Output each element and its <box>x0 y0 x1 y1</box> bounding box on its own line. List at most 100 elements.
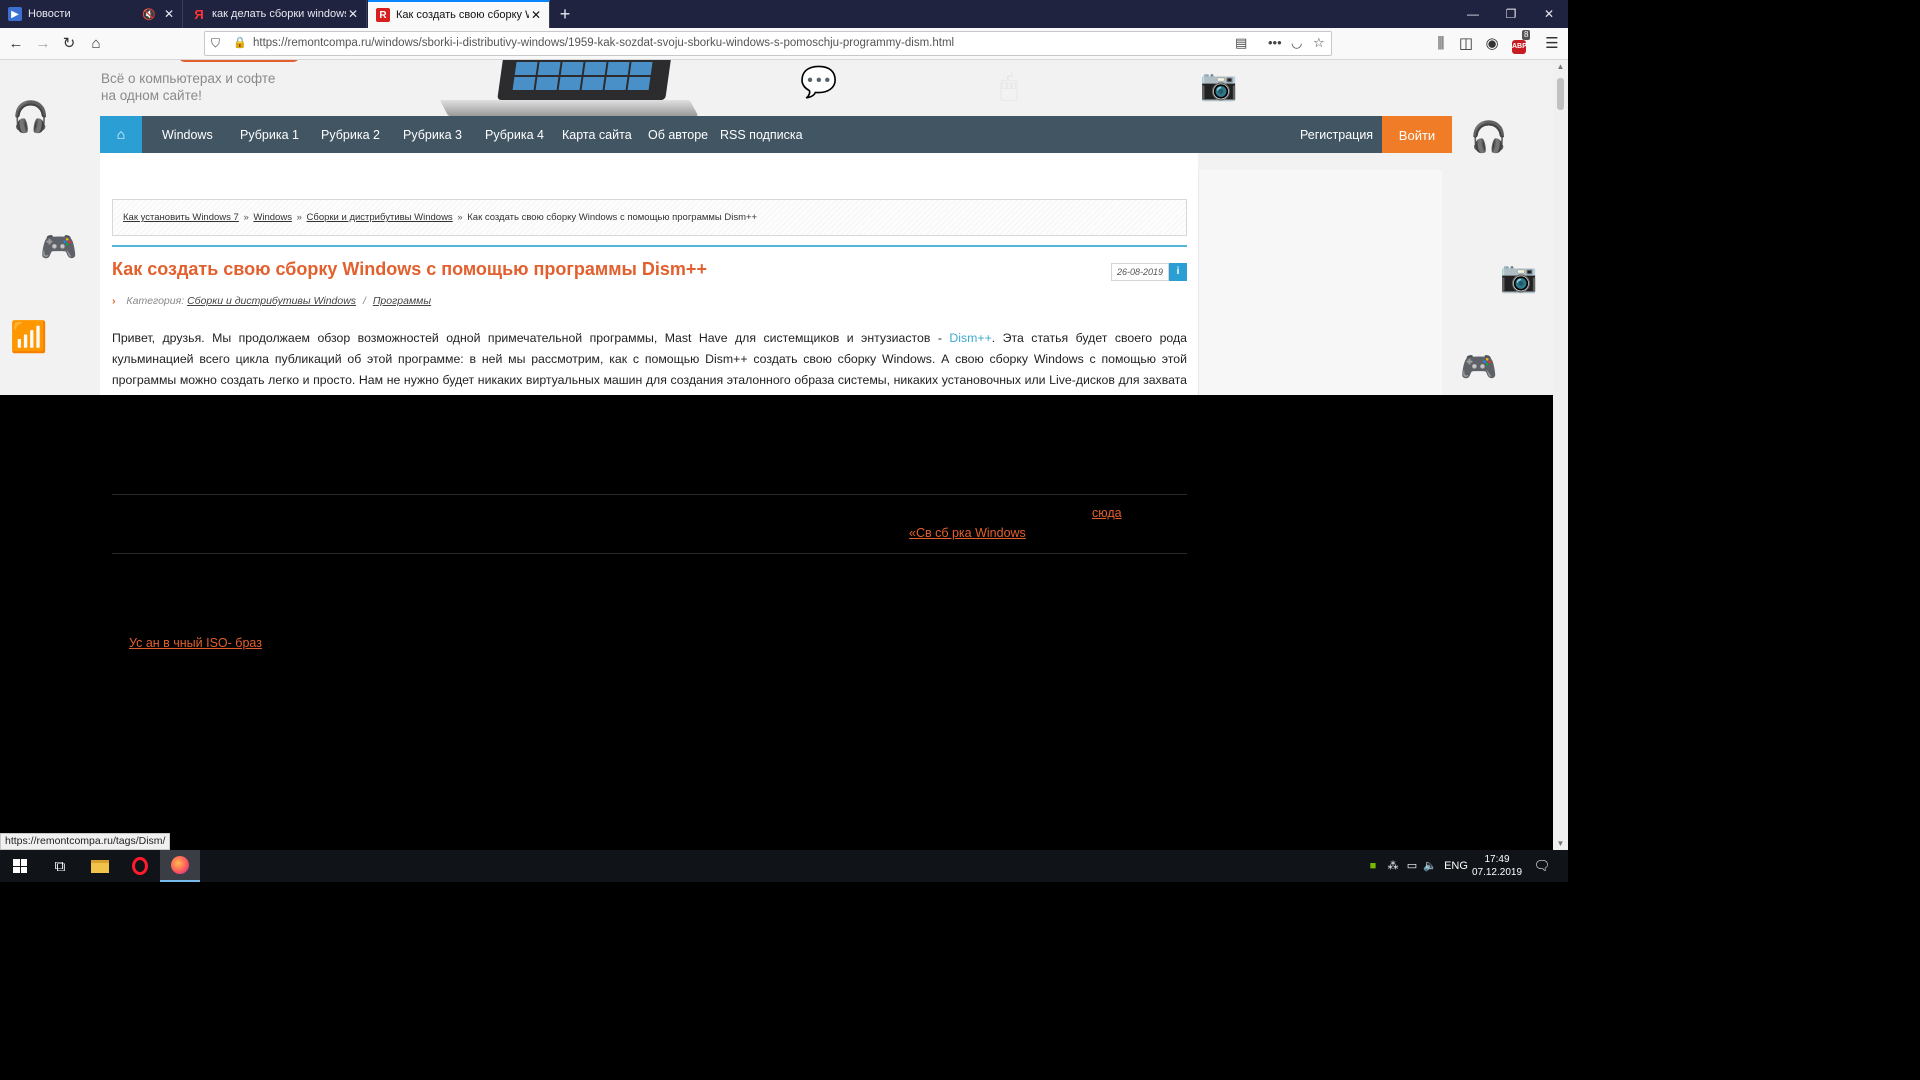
pocket-icon[interactable]: ◡ <box>1291 35 1302 51</box>
notification-center-icon[interactable]: 🗨 <box>1532 850 1552 882</box>
category-separator: / <box>362 295 366 307</box>
tab-strip: ▶ Новости 🔇 ✕ Я как делать сборки window… <box>0 0 1568 28</box>
nvidia-tray-icon[interactable]: ■ <box>1364 850 1382 882</box>
pattern-camera-icon: 📷 <box>1500 261 1538 294</box>
adblock-icon[interactable]: ABP 8 <box>1508 30 1531 55</box>
clock-time: 17:49 <box>1484 854 1510 865</box>
windows-logo-icon <box>13 859 27 873</box>
close-tab-icon[interactable]: ✕ <box>346 7 360 21</box>
reader-view-icon[interactable]: ▤ <box>1235 35 1247 51</box>
scrollbar-thumb[interactable] <box>1557 78 1564 110</box>
lock-icon[interactable]: 🔒 <box>233 36 247 49</box>
firefox-icon[interactable] <box>160 850 200 882</box>
file-explorer-icon[interactable] <box>80 850 120 882</box>
breadcrumb-link[interactable]: Windows <box>253 212 292 223</box>
nav-item-rubric-2[interactable]: Рубрика 2 <box>321 116 380 153</box>
breadcrumb-link[interactable]: Сборки и дистрибутивы Windows <box>307 212 453 223</box>
tagline-line: Всё о компьютерах и софте <box>101 71 276 86</box>
header-laptop-base <box>439 100 699 116</box>
breadcrumb-link[interactable]: Как установить Windows 7 <box>123 212 239 223</box>
nav-item-rubric-1[interactable]: Рубрика 1 <box>240 116 299 153</box>
back-icon[interactable]: ← <box>5 33 27 55</box>
tab-title: как делать сборки windows 10 <box>212 8 346 20</box>
site-logo-fragment[interactable] <box>178 60 300 62</box>
account-icon[interactable]: ◉ <box>1481 33 1503 55</box>
page-viewport: 🎧 🎮 📶 🎧 📷 🎮 💬 🖱 📷 Всё о компьютерах и со… <box>0 60 1553 850</box>
video-favicon-icon: ▶ <box>8 7 22 21</box>
article-content: Как установить Windows 7 » Windows » Сбо… <box>100 153 1198 395</box>
breadcrumb: Как установить Windows 7 » Windows » Сбо… <box>112 199 1187 236</box>
pattern-mouse-icon: 🖱 <box>1000 70 1018 103</box>
opera-icon[interactable] <box>120 850 160 882</box>
nav-item-windows[interactable]: Windows <box>162 116 213 153</box>
category-link[interactable]: Программы <box>373 295 431 307</box>
nav-item-about[interactable]: Об авторе <box>648 116 708 153</box>
firefox-logo <box>171 856 189 874</box>
menu-icon[interactable]: ☰ <box>1541 33 1563 55</box>
tab-yandex[interactable]: Я как делать сборки windows 10 ✕ <box>184 0 367 28</box>
taskbar-clock[interactable]: 17:49 07.12.2019 <box>1468 853 1526 879</box>
forward-icon[interactable]: → <box>32 33 54 55</box>
remontcompa-favicon-icon: R <box>376 8 390 22</box>
nav-item-rubric-3[interactable]: Рубрика 3 <box>403 116 462 153</box>
task-view-icon[interactable]: ⧉ <box>40 850 80 882</box>
tagline-line: на одном сайте! <box>101 88 202 103</box>
windows-build-link[interactable]: «Св сб рка Windows <box>909 526 1026 540</box>
info-icon[interactable]: i <box>1169 263 1187 281</box>
url-bar[interactable]: ⛉ 🔒 https://remontcompa.ru/windows/sbork… <box>204 31 1332 56</box>
register-link[interactable]: Регистрация <box>1300 116 1373 153</box>
iso-image-link[interactable]: Ус ан в чный ISO- браз <box>129 636 262 650</box>
page-actions-icon[interactable]: ••• <box>1268 35 1282 50</box>
nav-home-icon[interactable]: ⌂ <box>100 116 142 153</box>
opera-logo <box>132 857 148 875</box>
page-scrollbar[interactable]: ▲ ▼ <box>1553 60 1568 850</box>
language-indicator[interactable]: ENG <box>1442 850 1470 882</box>
category-link[interactable]: Сборки и дистрибутивы Windows <box>187 295 356 307</box>
scroll-up-icon[interactable]: ▲ <box>1553 62 1568 71</box>
library-icon[interactable]: ⫼ <box>1430 33 1452 55</box>
nav-item-rubric-4[interactable]: Рубрика 4 <box>485 116 544 153</box>
dism-link[interactable]: Dism++ <box>949 331 991 345</box>
breadcrumb-separator: » <box>296 212 302 223</box>
bookmark-star-icon[interactable]: ☆ <box>1313 35 1325 51</box>
minimize-icon[interactable]: — <box>1454 0 1492 28</box>
start-button[interactable] <box>0 850 40 882</box>
nav-item-sitemap[interactable]: Карта сайта <box>562 116 632 153</box>
tab-remontcompa[interactable]: R Как создать свою сборку Windows ✕ <box>368 0 550 28</box>
reload-icon[interactable]: ↻ <box>58 33 80 55</box>
header-laptop-image <box>497 60 671 100</box>
sidebar <box>1198 170 1442 395</box>
speaker-muted-icon[interactable]: 🔇 <box>142 8 156 21</box>
nav-toolbar: ← → ↻ ⌂ ⛉ 🔒 https://remontcompa.ru/windo… <box>0 28 1568 60</box>
login-button[interactable]: Войти <box>1382 116 1452 153</box>
network-share-tray-icon[interactable]: ⁂ <box>1384 850 1402 882</box>
home-icon[interactable]: ⌂ <box>85 33 107 55</box>
scroll-down-icon[interactable]: ▼ <box>1553 839 1568 848</box>
url-text[interactable]: https://remontcompa.ru/windows/sborki-i-… <box>253 37 954 49</box>
content-divider <box>112 494 1187 495</box>
category-label: Категория: <box>126 295 185 307</box>
new-tab-button[interactable]: + <box>554 3 576 25</box>
pattern-headphones-icon: 🎧 <box>12 101 50 134</box>
folder-icon <box>91 859 109 873</box>
nav-item-rss[interactable]: RSS подписка <box>720 116 803 153</box>
tab-title: Как создать свою сборку Windows <box>396 9 529 21</box>
sidebar-icon[interactable]: ◫ <box>1455 33 1477 55</box>
site-nav: ⌂ Windows Рубрика 1 Рубрика 2 Рубрика 3 … <box>100 116 1452 153</box>
site-tagline: Всё о компьютерах и софте на одном сайте… <box>101 70 275 104</box>
volume-tray-icon[interactable]: 🔈 <box>1421 850 1439 882</box>
here-link[interactable]: сюда <box>1092 506 1122 520</box>
adblock-logo: ABP <box>1512 40 1527 54</box>
tracking-shield-icon[interactable]: ⛉ <box>211 36 220 51</box>
content-divider <box>112 553 1187 554</box>
pattern-wifi-icon: 📶 <box>10 321 48 354</box>
network-tray-icon[interactable]: ▭ <box>1403 850 1421 882</box>
tab-news[interactable]: ▶ Новости 🔇 ✕ <box>0 0 183 28</box>
clock-date: 07.12.2019 <box>1471 867 1523 878</box>
windows-taskbar: ⧉ ■ ⁂ ▭ 🔈 ENG 17:49 07.12.2019 🗨 <box>0 850 1568 882</box>
close-window-icon[interactable]: ✕ <box>1530 0 1568 28</box>
breadcrumb-separator: » <box>243 212 249 223</box>
restore-icon[interactable]: ❐ <box>1492 0 1530 28</box>
close-tab-icon[interactable]: ✕ <box>162 7 176 21</box>
close-tab-icon[interactable]: ✕ <box>529 8 543 22</box>
